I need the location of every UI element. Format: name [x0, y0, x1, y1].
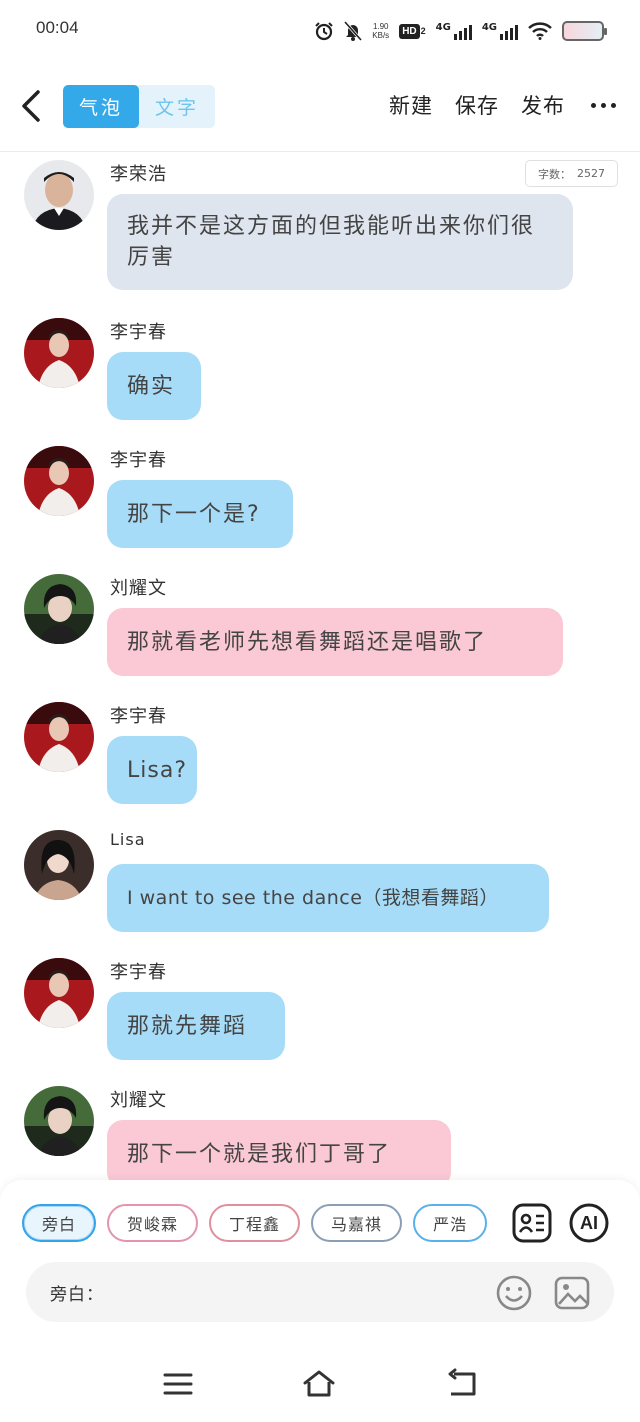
input-speaker-label: 旁白：	[50, 1285, 104, 1305]
character-chip[interactable]: 丁程鑫	[209, 1204, 301, 1242]
message-bubble[interactable]: 那就看老师先想看舞蹈还是唱歌了	[107, 608, 563, 676]
alarm-icon	[314, 21, 334, 41]
save-button[interactable]: 保存	[455, 90, 499, 120]
hamburger-icon	[163, 1373, 193, 1395]
net-speed-unit: KB/s	[372, 31, 390, 40]
character-card-button[interactable]	[511, 1202, 553, 1244]
back-nav-button[interactable]	[445, 1368, 479, 1400]
image-button[interactable]	[553, 1274, 591, 1312]
hd-label: HD	[399, 23, 420, 39]
ai-label: AI	[580, 1212, 598, 1233]
toolbar-actions: 新建 保存 发布	[367, 90, 616, 120]
new-button[interactable]: 新建	[389, 90, 433, 120]
net-speed: 1.90 KB/s	[372, 22, 389, 40]
smiley-icon	[496, 1275, 532, 1311]
message-bubble[interactable]: 那就先舞蹈	[107, 992, 285, 1060]
character-chip[interactable]: 旁白	[22, 1204, 97, 1242]
battery-icon	[562, 21, 607, 41]
ai-button[interactable]: AI	[568, 1202, 610, 1244]
input-panel: 旁白 贺峻霖 丁程鑫 马嘉祺 严浩 AI 旁白：	[0, 1180, 640, 1346]
emoji-button[interactable]	[495, 1274, 533, 1312]
system-nav-bar	[0, 1346, 640, 1422]
back-button[interactable]	[18, 86, 50, 126]
avatar[interactable]	[24, 830, 94, 900]
avatar[interactable]	[24, 318, 94, 388]
tab-text[interactable]: 文字	[139, 85, 215, 128]
home-icon	[303, 1370, 335, 1397]
avatar[interactable]	[24, 574, 94, 644]
sender-name: 刘耀文	[110, 1090, 167, 1111]
character-chip[interactable]: 马嘉祺	[311, 1204, 403, 1242]
signal-label-1: 4G	[435, 22, 451, 33]
mute-bell-icon	[344, 21, 363, 41]
word-count-badge: 字数： 2527	[525, 160, 618, 187]
contact-card-icon	[512, 1203, 552, 1243]
character-selector: 旁白 贺峻霖 丁程鑫 马嘉祺 严浩	[22, 1204, 492, 1244]
net-speed-value: 1.90	[372, 22, 389, 31]
message-bubble[interactable]: Lisa?	[107, 736, 197, 804]
message-bubble[interactable]: 确实	[107, 352, 201, 420]
more-menu-button[interactable]	[591, 102, 616, 108]
menu-nav-button[interactable]	[161, 1368, 195, 1400]
avatar[interactable]	[24, 702, 94, 772]
message-input[interactable]	[112, 1272, 472, 1312]
message-input-row: 旁白：	[26, 1262, 614, 1322]
sender-name: 李荣浩	[110, 164, 167, 185]
status-bar: 00:04 1.90 KB/s HD 2 4G 4G	[0, 0, 640, 62]
signal-label-2: 4G	[481, 22, 497, 33]
character-chip[interactable]: 贺峻霖	[107, 1204, 199, 1242]
home-nav-button[interactable]	[302, 1368, 336, 1400]
editor-toolbar: 气泡 文字 新建 保存 发布	[0, 62, 640, 152]
status-icons: 1.90 KB/s HD 2 4G 4G	[314, 18, 607, 44]
sender-name: 刘耀文	[110, 578, 167, 599]
sender-name: 李宇春	[110, 706, 167, 727]
hd-volte-icon: HD 2	[399, 23, 426, 39]
publish-button[interactable]: 发布	[521, 90, 565, 120]
sender-name: 李宇春	[110, 322, 167, 343]
avatar[interactable]	[24, 1086, 94, 1156]
avatar[interactable]	[24, 446, 94, 516]
sender-name: 李宇春	[110, 450, 167, 471]
character-chip[interactable]: 严浩	[413, 1204, 488, 1242]
message-bubble[interactable]: 那下一个是?	[107, 480, 293, 548]
sender-name: 李宇春	[110, 962, 167, 983]
word-count-value: 2527	[577, 167, 605, 180]
sender-name: Lisa	[110, 830, 146, 849]
signal-icon-2: 4G	[482, 22, 518, 40]
image-icon	[554, 1276, 590, 1310]
mode-switch: 气泡 文字	[63, 85, 215, 128]
chevron-left-icon	[22, 90, 40, 122]
status-time: 00:04	[36, 18, 79, 37]
hd-sub: 2	[420, 26, 426, 36]
tab-bubble[interactable]: 气泡	[63, 85, 139, 128]
wifi-icon	[528, 22, 552, 40]
chat-area[interactable]: 字数： 2527 李荣浩 我并不是这方面的但我能听出来你们很厉害 李宇春 确实 …	[0, 152, 640, 1180]
avatar[interactable]	[24, 160, 94, 230]
message-bubble[interactable]: I want to see the dance（我想看舞蹈）	[107, 864, 549, 932]
return-icon	[448, 1368, 476, 1396]
word-count-label: 字数：	[538, 167, 571, 181]
message-bubble[interactable]: 那下一个就是我们丁哥了	[107, 1120, 451, 1180]
avatar[interactable]	[24, 958, 94, 1028]
signal-icon-1: 4G	[436, 22, 472, 40]
message-bubble[interactable]: 我并不是这方面的但我能听出来你们很厉害	[107, 194, 573, 290]
